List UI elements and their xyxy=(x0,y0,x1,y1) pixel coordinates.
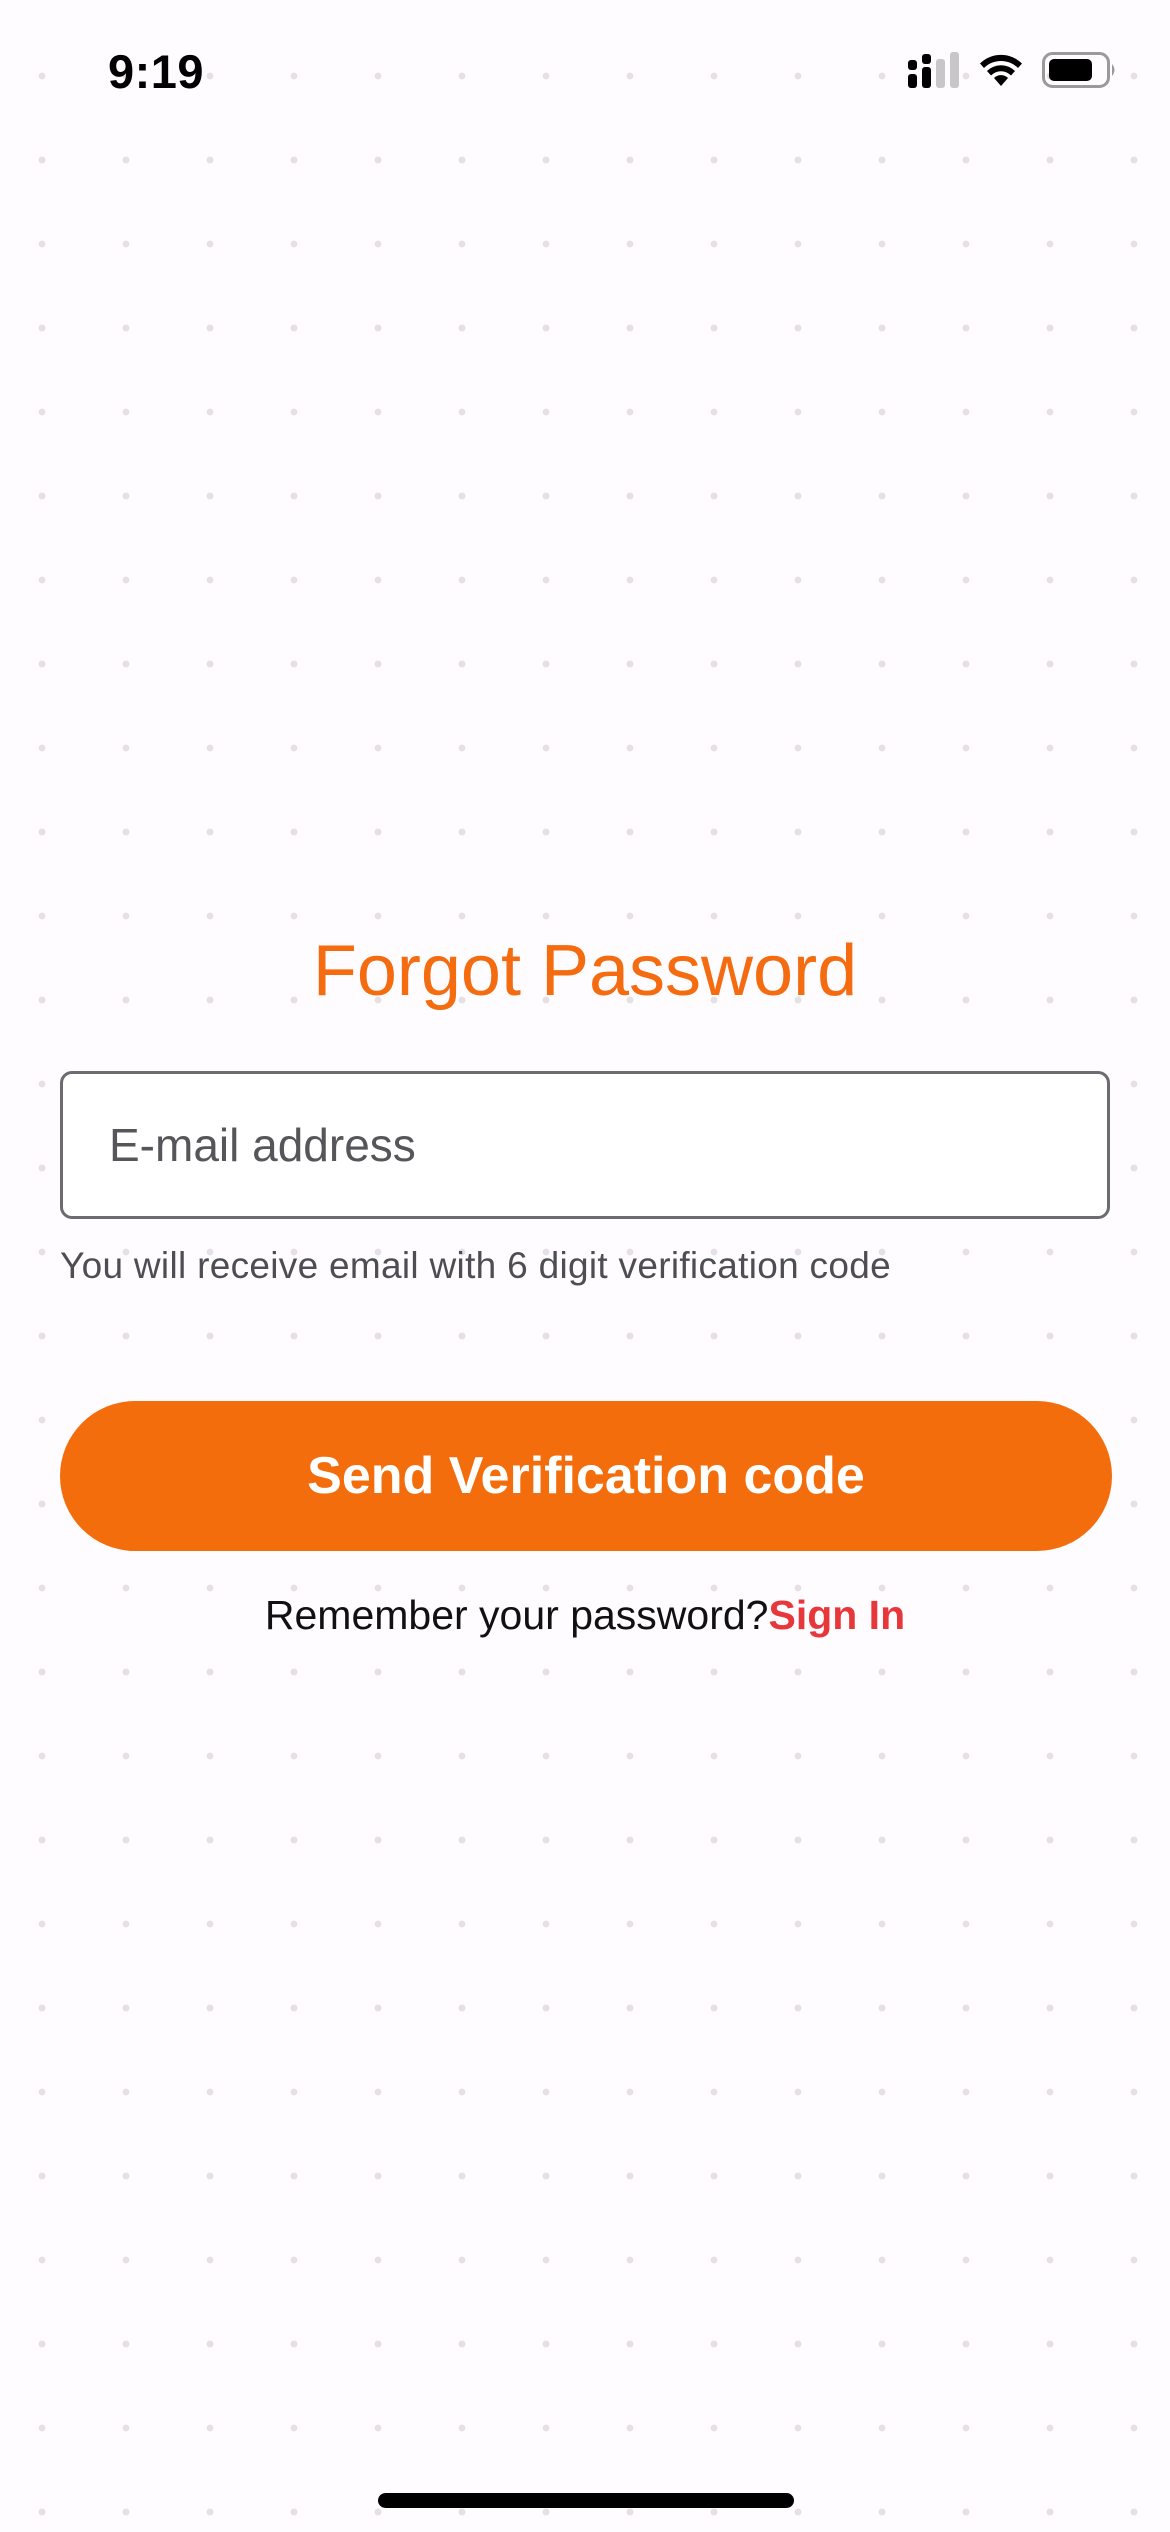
page-title: Forgot Password xyxy=(312,931,858,1011)
status-time: 9:19 xyxy=(108,45,205,98)
home-indicator[interactable] xyxy=(378,2493,794,2508)
signin-prompt: Remember your password?Sign In xyxy=(0,1592,1170,1639)
status-icons xyxy=(908,52,1118,88)
email-field[interactable] xyxy=(60,1071,1110,1219)
status-bar: 9:19 xyxy=(0,0,1170,150)
cellular-signal-icon xyxy=(908,52,960,88)
sign-in-link[interactable]: Sign In xyxy=(768,1592,905,1638)
helper-text: You will receive email with 6 digit veri… xyxy=(60,1245,891,1286)
remember-password-text: Remember your password? xyxy=(264,1592,769,1638)
battery-icon xyxy=(1042,52,1118,88)
send-verification-code-button[interactable]: Send Verification code xyxy=(60,1401,1112,1551)
wifi-icon xyxy=(976,52,1026,88)
